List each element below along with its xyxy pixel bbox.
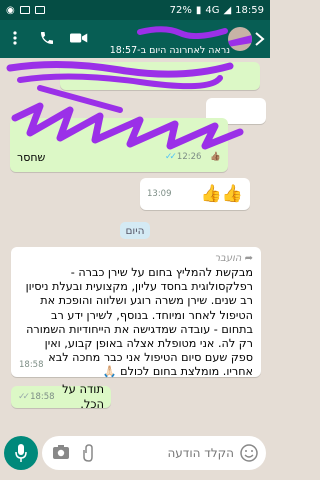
message-notification-icon bbox=[34, 6, 45, 14]
contact-info[interactable]: נראה לאחרונה היום ב-18:57 bbox=[110, 24, 230, 56]
forwarded-message-bubble[interactable]: ➦ הועבר מבקשת להמליץ בחום על שירן כברה -… bbox=[11, 247, 261, 379]
more-options-icon[interactable] bbox=[6, 29, 24, 47]
video-call-icon[interactable] bbox=[70, 29, 88, 47]
message-input-box[interactable] bbox=[42, 436, 266, 470]
message-time: 18:58 bbox=[30, 391, 55, 402]
message-input[interactable] bbox=[104, 446, 234, 460]
message-bubble-reply[interactable]: תודה על הכל. ✓✓ 18:58 bbox=[11, 382, 111, 411]
message-meta: ✓✓ 12:26 👍🏽 bbox=[165, 150, 221, 165]
mic-button[interactable] bbox=[4, 436, 38, 470]
last-seen-status: נראה לאחרונה היום ב-18:57 bbox=[109, 45, 230, 56]
network-type: 4G bbox=[205, 4, 220, 16]
thumbs-up-emoji: 👍👍 bbox=[200, 183, 243, 204]
emoji-icon[interactable] bbox=[240, 444, 258, 462]
message-text: מבקשת להמליץ בחום על שירן כברה - רפלקסול… bbox=[25, 266, 253, 379]
forwarded-label: ➦ הועבר bbox=[214, 253, 253, 264]
read-ticks-icon: ✓✓ bbox=[164, 152, 177, 162]
back-arrow-icon[interactable] bbox=[254, 31, 266, 47]
gallery-notification-icon bbox=[19, 6, 30, 14]
thumbs-up-icon: 👍🏽 bbox=[210, 152, 221, 162]
camera-icon[interactable] bbox=[52, 444, 70, 460]
status-bar: ◉ 72% ▮ 4G ◢ 18:59 bbox=[0, 0, 270, 20]
date-separator: היום bbox=[120, 222, 150, 239]
message-bubble-redacted[interactable] bbox=[60, 62, 260, 90]
signal-icon: ◢ bbox=[223, 4, 232, 16]
battery-percent: 72% bbox=[169, 4, 192, 16]
message-time: 13:09 bbox=[147, 188, 172, 199]
contact-avatar[interactable] bbox=[228, 27, 252, 51]
sent-ticks-icon: ✓✓ bbox=[18, 391, 30, 402]
mic-icon bbox=[15, 444, 27, 462]
whatsapp-notification-icon: ◉ bbox=[6, 4, 15, 16]
battery-icon: ▮ bbox=[195, 4, 202, 16]
status-time: 18:59 bbox=[235, 4, 264, 16]
attach-icon[interactable] bbox=[82, 444, 96, 462]
message-bubble[interactable]: ✓✓ 12:26 👍🏽 שחסר bbox=[10, 118, 228, 172]
contact-name-redaction bbox=[137, 26, 228, 39]
message-bubble-thumbs[interactable]: 13:09 👍👍 bbox=[140, 178, 250, 210]
forward-icon: ➦ bbox=[244, 253, 253, 264]
message-time: 18:58 bbox=[19, 360, 44, 370]
message-time: 12:26 bbox=[176, 152, 202, 162]
message-text: שחסר bbox=[17, 151, 46, 164]
chat-header: נראה לאחרונה היום ב-18:57 bbox=[0, 20, 270, 58]
message-text: תודה על הכל. bbox=[62, 382, 104, 411]
voice-call-icon[interactable] bbox=[38, 29, 56, 47]
message-meta: ✓✓ 18:58 bbox=[18, 390, 55, 405]
message-composer bbox=[0, 436, 270, 472]
